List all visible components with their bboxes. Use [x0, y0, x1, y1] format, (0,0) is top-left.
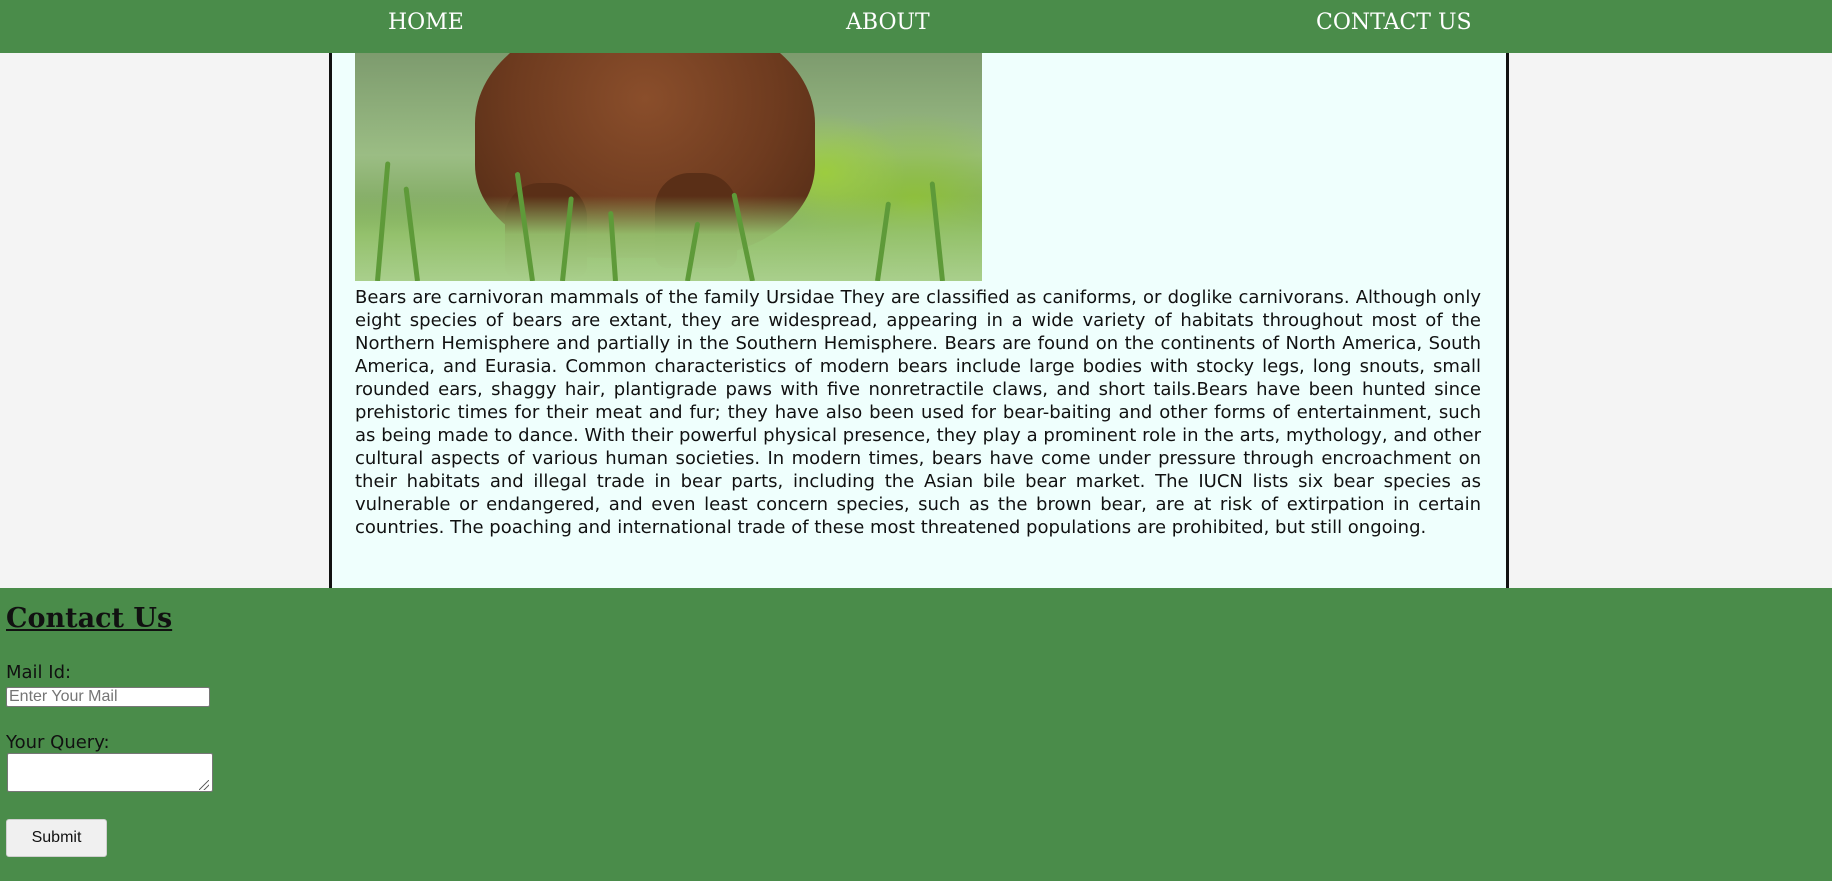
- submit-button[interactable]: Submit: [6, 819, 107, 857]
- article-body-text: Bears are carnivoran mammals of the fami…: [355, 287, 1481, 538]
- top-navigation-bar: HOME ABOUT CONTACT US: [0, 0, 1832, 53]
- mail-id-input[interactable]: [6, 687, 210, 707]
- article-panel: Bears are carnivoran mammals of the fami…: [329, 53, 1509, 588]
- resize-grip-icon[interactable]: [199, 780, 209, 790]
- mail-id-label: Mail Id:: [6, 662, 72, 683]
- nav-link-contact-us[interactable]: CONTACT US: [1316, 10, 1472, 35]
- bear-photo: [355, 53, 982, 281]
- query-textarea[interactable]: [7, 753, 213, 792]
- nav-link-about[interactable]: ABOUT: [846, 10, 930, 35]
- query-label: Your Query:: [6, 732, 110, 753]
- nav-link-home[interactable]: HOME: [388, 10, 464, 35]
- contact-title: Contact Us: [6, 603, 173, 634]
- contact-section: Contact Us Mail Id: Your Query: Submit: [0, 588, 1832, 881]
